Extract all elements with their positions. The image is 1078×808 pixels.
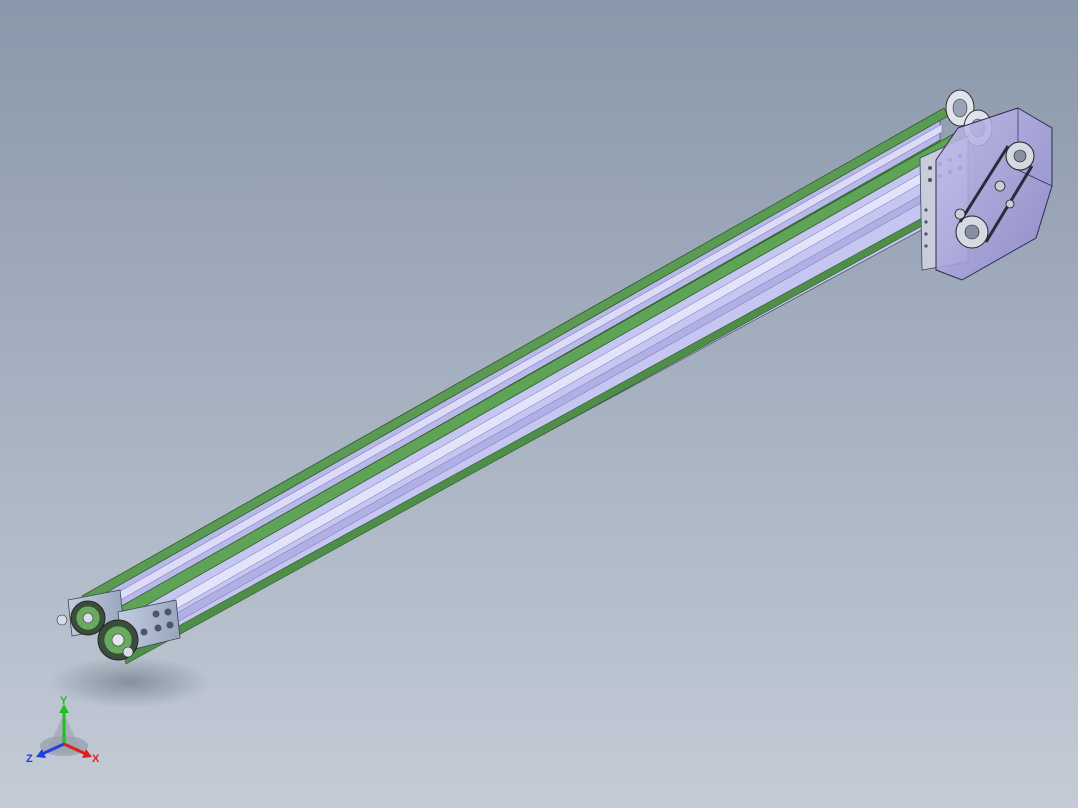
conveyor-model[interactable] [0, 0, 1078, 808]
plate-hole-5 [140, 628, 148, 636]
rear-tail-bolt [56, 614, 68, 626]
tensioner-idler [994, 180, 1006, 192]
plate-hole-2 [164, 608, 172, 616]
plate-hole-4 [166, 621, 174, 629]
orientation-triad[interactable]: Y X Z [24, 694, 108, 770]
front-frame-slot-lower [121, 171, 963, 653]
x-axis-label: X [92, 753, 100, 765]
tensioner-bolt [954, 208, 966, 220]
front-belt-bottom [123, 195, 963, 665]
front-frame-slot-upper [119, 149, 963, 641]
front-belt-top [103, 127, 969, 627]
motor-bolt [1005, 199, 1015, 209]
rear-frame-slot [93, 123, 943, 615]
rear-rail[interactable] [81, 107, 949, 627]
rear-tail-hub [82, 612, 94, 624]
plate-hole-1 [152, 610, 160, 618]
drive-sprocket-lower-hub [964, 224, 980, 240]
front-tail-hub [111, 633, 125, 647]
rear-belt-top [81, 107, 949, 605]
rear-head-hub [952, 98, 968, 118]
plate-hole-3 [154, 624, 162, 632]
y-axis-label: Y [60, 695, 68, 707]
drive-sprocket-upper-hub [1013, 149, 1027, 163]
graphics-viewport[interactable]: Y X Z [0, 0, 1078, 808]
front-tail-bolt [122, 646, 134, 658]
front-rail[interactable] [103, 127, 969, 665]
z-axis-label: Z [26, 753, 33, 765]
